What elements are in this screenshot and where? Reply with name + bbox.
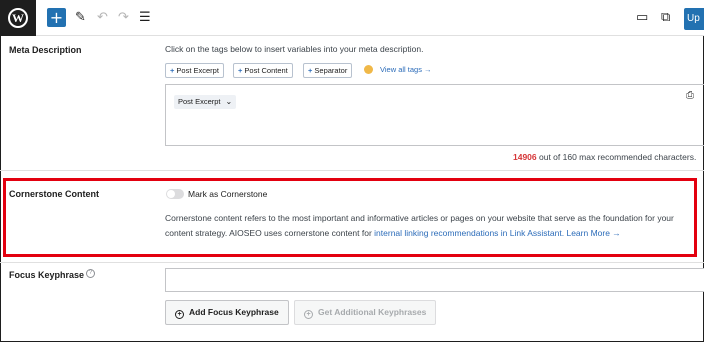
learn-more-link[interactable]: Learn More →	[566, 228, 620, 238]
section-divider	[0, 262, 704, 263]
view-all-tags-link[interactable]: View all tags →	[380, 65, 432, 74]
focus-keyphrase-input[interactable]	[165, 268, 704, 292]
focus-keyphrase-label: Focus Keyphrase	[9, 270, 85, 280]
plus-icon: +	[238, 66, 243, 75]
tag-post-excerpt-button[interactable]: + Post Excerpt	[165, 63, 224, 78]
plus-icon: +	[170, 66, 175, 75]
character-count-text: out of 160 max recommended characters.	[536, 152, 697, 162]
wordpress-logo[interactable]: W	[0, 0, 36, 36]
cornerstone-description: Cornerstone content refers to the most i…	[165, 211, 695, 241]
document-overview-icon[interactable]: ☰	[139, 9, 151, 27]
tag-label: Post Content	[244, 66, 288, 75]
add-focus-keyphrase-button[interactable]: + Add Focus Keyphrase	[165, 300, 289, 325]
tag-label: Post Excerpt	[176, 66, 219, 75]
emoji-picker-icon[interactable]: ⎙	[686, 90, 694, 101]
get-additional-keyphrases-button[interactable]: + Get Additional Keyphrases	[294, 300, 437, 325]
chip-label: Post Excerpt	[178, 97, 221, 106]
tag-label: Separator	[314, 66, 348, 75]
help-icon[interactable]: ?	[86, 269, 95, 278]
cornerstone-toggle[interactable]	[166, 189, 184, 199]
update-button[interactable]: Up	[684, 8, 704, 30]
add-block-button[interactable]: +	[47, 8, 66, 27]
plus-icon: +	[308, 66, 313, 75]
add-focus-keyphrase-label: Add Focus Keyphrase	[189, 307, 279, 317]
tag-post-content-button[interactable]: + Post Content	[233, 63, 293, 78]
meta-description-label: Meta Description	[9, 45, 82, 55]
toggle-knob	[167, 190, 175, 198]
meta-description-editor[interactable]	[165, 84, 704, 146]
tag-separator-button[interactable]: + Separator	[303, 63, 353, 78]
cornerstone-content-label: Cornerstone Content	[9, 189, 99, 199]
preview-device-icon[interactable]: ▭	[636, 9, 648, 27]
undo-icon[interactable]: ↶	[97, 9, 108, 27]
section-divider	[0, 170, 704, 171]
redo-icon[interactable]: ↷	[118, 9, 129, 27]
cornerstone-toggle-label[interactable]: Mark as Cornerstone	[188, 189, 267, 199]
plus-circle-icon: +	[304, 310, 313, 319]
pencil-icon[interactable]: ✎	[75, 9, 86, 27]
editor-toolbar: W + ✎ ↶ ↷ ☰ ▭ ⧉ Up	[0, 0, 704, 36]
emoji-icon[interactable]	[364, 65, 373, 74]
external-link-icon[interactable]: ⧉	[661, 9, 670, 27]
chevron-down-icon[interactable]: ⌄	[226, 97, 233, 106]
post-excerpt-chip[interactable]: Post Excerpt ⌄	[174, 95, 237, 109]
character-count-number: 14906	[513, 152, 537, 162]
get-additional-keyphrases-label: Get Additional Keyphrases	[318, 307, 427, 317]
wordpress-icon: W	[8, 8, 28, 28]
link-assistant-link[interactable]: internal linking recommendations in Link…	[374, 228, 564, 238]
character-count: 14906 out of 160 max recommended charact…	[513, 152, 696, 162]
plus-circle-icon: +	[175, 310, 184, 319]
meta-description-help: Click on the tags below to insert variab…	[165, 44, 424, 54]
